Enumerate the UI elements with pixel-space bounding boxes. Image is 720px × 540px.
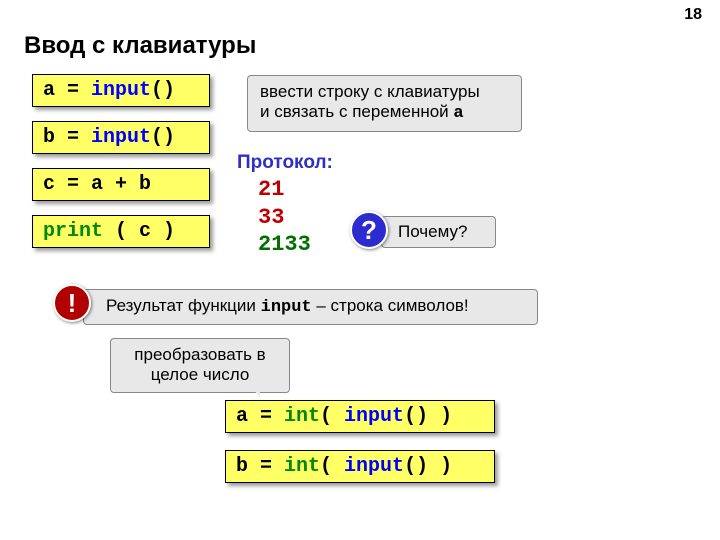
callout-text: Почему? — [398, 222, 467, 241]
code-text: () — [151, 79, 175, 102]
exclaim-badge: ! — [53, 284, 91, 322]
protocol-output: 21 33 2133 — [258, 176, 311, 259]
callout-line: целое число — [151, 365, 250, 384]
code-text: a = — [236, 405, 284, 428]
code-a-int-input: a = int( input() ) — [225, 400, 495, 433]
code-text: ( — [320, 405, 344, 428]
callout-why: Почему? — [381, 216, 496, 248]
callout-mono-a: a — [453, 104, 463, 123]
page-title: Ввод с клавиатуры — [24, 32, 256, 60]
callout-line: ввести строку с клавиатуры — [260, 82, 480, 101]
protocol-label: Протокол: — [237, 152, 333, 174]
callout-convert: преобразовать в целое число — [110, 338, 290, 393]
callout-tail — [257, 118, 267, 130]
code-b-int-input: b = int( input() ) — [225, 450, 495, 483]
code-text: ( c ) — [103, 220, 175, 243]
code-fn-int: int — [284, 405, 320, 428]
code-text: a = — [43, 79, 91, 102]
callout-line: преобразовать в — [134, 345, 265, 364]
code-a-input: a = input() — [32, 74, 210, 107]
code-keyword-input: input — [91, 126, 151, 149]
callout-input-explain: ввести строку с клавиатуры и связать с п… — [247, 75, 522, 132]
code-text: b = — [43, 126, 91, 149]
code-text: () ) — [404, 405, 452, 428]
code-c-assign: c = a + b — [32, 168, 210, 201]
code-text: c = a + b — [43, 173, 151, 196]
code-fn-int: int — [284, 455, 320, 478]
page-number: 18 — [684, 6, 702, 24]
code-text: () — [151, 126, 175, 149]
callout-text: Результат функции — [106, 296, 261, 315]
callout-text: – строка символов! — [312, 296, 469, 315]
code-text: () ) — [404, 455, 452, 478]
protocol-line-3: 2133 — [258, 231, 311, 259]
protocol-line-2: 33 — [258, 204, 311, 232]
code-keyword-input: input — [344, 405, 404, 428]
protocol-line-1: 21 — [258, 176, 311, 204]
callout-tail — [248, 382, 260, 398]
callout-mono-input: input — [261, 298, 312, 317]
code-keyword-input: input — [91, 79, 151, 102]
code-text: ( — [320, 455, 344, 478]
code-fn-print: print — [43, 220, 103, 243]
callout-line: и связать с переменной — [260, 102, 453, 121]
question-badge: ? — [350, 211, 388, 249]
code-print-c: print ( c ) — [32, 215, 210, 248]
code-b-input: b = input() — [32, 121, 210, 154]
callout-result: Результат функции input – строка символо… — [83, 289, 538, 325]
code-keyword-input: input — [344, 455, 404, 478]
code-text: b = — [236, 455, 284, 478]
